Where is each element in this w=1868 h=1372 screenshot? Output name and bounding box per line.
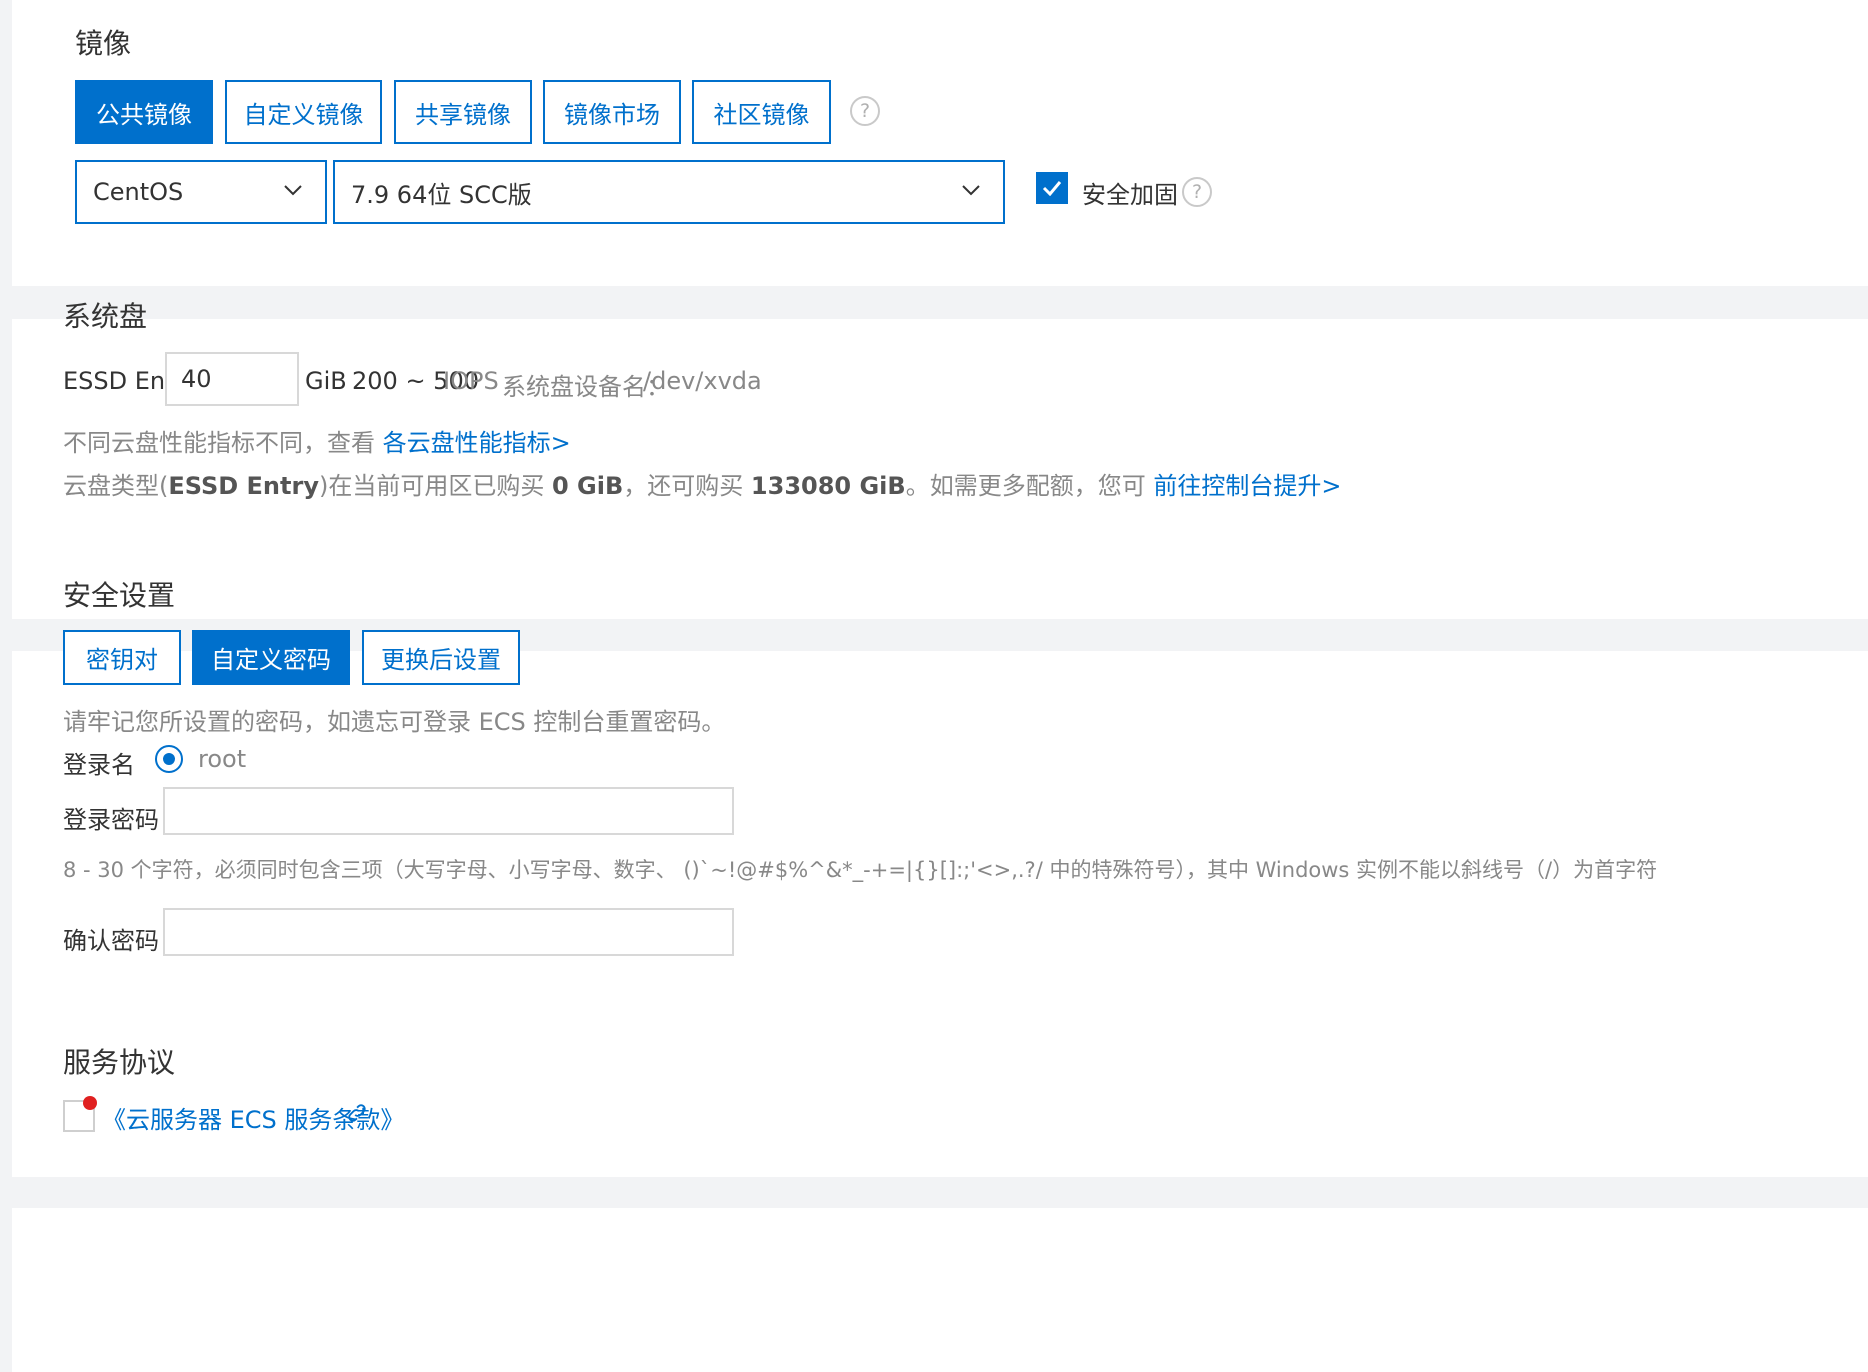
security-section-title: 安全设置 (63, 579, 176, 612)
disk-section-title: 系统盘 (63, 300, 148, 333)
password-reminder: 请牢记您所设置的密码，如遗忘可登录 ECS 控制台重置密码。 (63, 708, 726, 736)
security-hardening-checkbox[interactable] (1036, 172, 1068, 204)
disk-size-unit: GiB (305, 367, 347, 395)
quota-bought: 0 GiB (552, 472, 624, 500)
disk-size-input[interactable]: 40 (165, 352, 299, 406)
chevron-down-icon (284, 185, 302, 196)
tab-custom-image[interactable]: 自定义镜像 (225, 80, 382, 144)
confirm-password-label: 确认密码 (63, 927, 159, 955)
perf-note: 不同云盘性能指标不同，查看 各云盘性能指标> (63, 423, 571, 458)
external-link-icon[interactable] (346, 1102, 368, 1124)
version-select-value: 7.9 64位 SCC版 (351, 180, 532, 209)
confirm-password-input[interactable] (163, 908, 734, 956)
login-name-radio[interactable] (155, 745, 183, 773)
os-select-value: CentOS (93, 178, 184, 206)
quota-link[interactable]: 前往控制台提升> (1153, 472, 1341, 500)
security-hardening-label: 安全加固 (1082, 181, 1178, 209)
os-select[interactable]: CentOS (75, 160, 327, 224)
quota-mid3: 。如需更多配额，您可 (905, 472, 1146, 500)
image-panel: 镜像 公共镜像 自定义镜像 共享镜像 镜像市场 社区镜像 ? CentOS 7.… (12, 0, 1868, 286)
password-input[interactable] (163, 787, 734, 835)
help-icon[interactable]: ? (850, 96, 880, 126)
login-name-label: 登录名 (63, 751, 135, 779)
tab-custom-password[interactable]: 自定义密码 (192, 630, 350, 685)
tab-shared-image[interactable]: 共享镜像 (394, 80, 532, 144)
password-label: 登录密码 (63, 806, 159, 834)
device-name-value: /dev/xvda (643, 367, 762, 395)
service-agreement-panel (12, 1208, 1868, 1372)
login-name-value: root (198, 745, 247, 773)
required-dot (83, 1096, 97, 1110)
quota-note: 云盘类型(ESSD Entry)在当前可用区已购买 0 GiB，还可购买 133… (63, 466, 1341, 501)
image-section-title: 镜像 (75, 27, 132, 60)
password-hint: 8 - 30 个字符，必须同时包含三项（大写字母、小写字母、数字、 ()`~!@… (63, 858, 1658, 882)
tab-community-image[interactable]: 社区镜像 (692, 80, 831, 144)
quota-type: ESSD Entry (168, 472, 319, 500)
tab-public-image[interactable]: 公共镜像 (75, 80, 213, 144)
quota-available: 133080 GiB (750, 472, 906, 500)
tab-set-later[interactable]: 更换后设置 (362, 630, 520, 685)
perf-link[interactable]: 各云盘性能指标> (383, 429, 571, 457)
help-icon[interactable]: ? (1182, 177, 1212, 207)
perf-note-text: 不同云盘性能指标不同，查看 (63, 429, 375, 457)
chevron-down-icon (962, 185, 980, 196)
service-section-title: 服务协议 (63, 1046, 176, 1079)
quota-mid1: )在当前可用区已购买 (318, 472, 545, 500)
tab-image-market[interactable]: 镜像市场 (543, 80, 681, 144)
iops-label: IOPS (443, 367, 499, 395)
check-icon (1042, 181, 1062, 196)
quota-prefix: 云盘类型( (63, 472, 169, 500)
tab-key-pair[interactable]: 密钥对 (63, 630, 181, 685)
quota-mid2: ，还可购买 (623, 472, 744, 500)
version-select[interactable]: 7.9 64位 SCC版 (333, 160, 1005, 224)
